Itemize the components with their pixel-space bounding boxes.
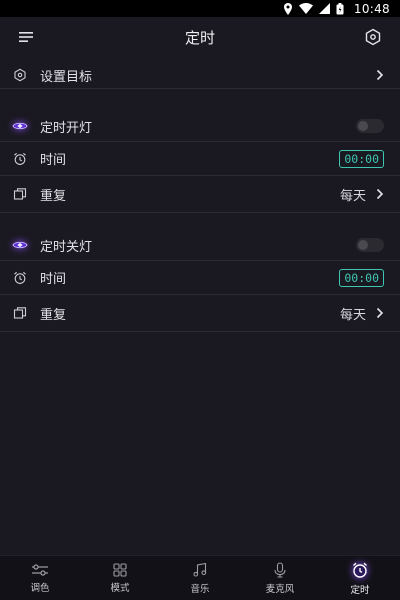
on-timer-time-value[interactable]: 00:00	[339, 149, 384, 168]
on-timer-time-row[interactable]: 时间 00:00	[0, 143, 400, 174]
off-timer-time-label: 时间	[40, 272, 67, 287]
tab-label: 模式	[110, 582, 130, 594]
tab-color[interactable]: 调色	[0, 556, 80, 600]
on-timer-title: 定时开灯	[40, 120, 93, 136]
off-timer-toggle[interactable]	[356, 238, 384, 252]
location-icon	[283, 2, 292, 15]
divider	[0, 260, 400, 261]
set-goal-row[interactable]: 设置目标	[0, 60, 400, 90]
tab-timer[interactable]: 定时	[320, 556, 400, 600]
off-timer-repeat-value: 每天	[339, 307, 366, 323]
tab-label: 麦克风	[265, 583, 295, 595]
divider	[0, 294, 400, 295]
repeat-copy-icon	[12, 186, 28, 202]
alarm-clock-icon	[12, 151, 28, 167]
wifi-icon	[298, 3, 313, 14]
status-time: 10:48	[353, 1, 390, 16]
divider	[0, 331, 400, 332]
chevron-right-icon	[376, 188, 384, 200]
light-off-icon	[12, 237, 28, 253]
off-timer-time-row[interactable]: 时间 00:00	[0, 262, 400, 293]
alarm-icon	[353, 562, 367, 578]
settings-hex-icon[interactable]	[363, 27, 383, 47]
divider	[0, 141, 400, 142]
on-timer-toggle[interactable]	[356, 119, 384, 133]
off-timer-repeat-label: 重复	[40, 307, 67, 323]
divider	[0, 175, 400, 176]
alarm-clock-icon	[12, 270, 28, 286]
battery-icon	[336, 2, 344, 14]
chevron-right-icon	[376, 69, 384, 81]
tab-microphone[interactable]: 麦克风	[240, 556, 320, 600]
mic-icon	[274, 561, 286, 578]
off-timer-title: 定时关灯	[40, 239, 93, 255]
light-on-icon	[12, 118, 28, 134]
on-timer-repeat-row[interactable]: 重复 每天	[0, 178, 400, 210]
divider	[0, 88, 400, 89]
app-bar: 定时	[0, 17, 400, 57]
off-timer-repeat-row[interactable]: 重复 每天	[0, 297, 400, 329]
page-title: 定时	[184, 28, 215, 47]
chevron-right-icon	[376, 307, 384, 319]
off-timer-header-row: 定时关灯	[0, 230, 400, 260]
music-icon	[193, 562, 207, 577]
tab-mode[interactable]: 模式	[80, 556, 160, 600]
menu-icon[interactable]	[17, 29, 37, 45]
on-timer-time-label: 时间	[40, 153, 67, 168]
tab-label: 音乐	[190, 583, 210, 595]
on-timer-header-row: 定时开灯	[0, 111, 400, 141]
set-goal-label: 设置目标	[40, 69, 93, 85]
status-bar: 10:48	[0, 0, 400, 17]
on-timer-repeat-value: 每天	[339, 188, 366, 204]
grid-icon	[113, 562, 127, 577]
bottom-tab-bar: 调色 模式 音乐 麦克风 定时	[0, 555, 400, 600]
on-timer-repeat-label: 重复	[40, 188, 67, 204]
divider	[0, 212, 400, 213]
signal-icon	[318, 3, 330, 14]
tab-music[interactable]: 音乐	[160, 556, 240, 600]
tab-label: 调色	[30, 582, 50, 594]
repeat-copy-icon	[12, 305, 28, 321]
sliders-icon	[32, 563, 48, 576]
tab-label: 定时	[350, 584, 370, 596]
off-timer-time-value[interactable]: 00:00	[339, 268, 384, 287]
target-hex-icon	[12, 67, 28, 83]
